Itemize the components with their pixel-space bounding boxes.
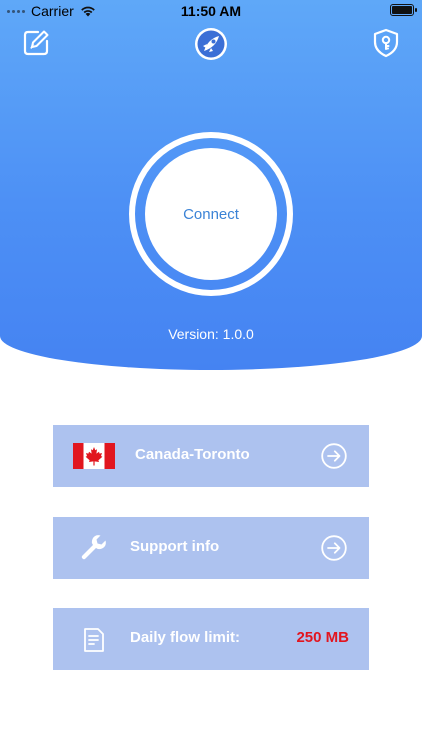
daily-flow-limit-row: Daily flow limit: 250 MB bbox=[53, 608, 369, 670]
arrow-right-circle-icon bbox=[321, 535, 347, 561]
flow-limit-value: 250 MB bbox=[296, 629, 349, 646]
edit-button[interactable] bbox=[20, 27, 52, 59]
privacy-button[interactable] bbox=[370, 27, 402, 59]
rocket-logo-icon bbox=[195, 28, 227, 60]
battery-icon bbox=[390, 4, 417, 16]
status-bar: Carrier 11:50 AM bbox=[0, 0, 422, 22]
connect-ring: Connect bbox=[129, 132, 293, 296]
arrow-right-circle-icon bbox=[321, 443, 347, 469]
connect-button[interactable]: Connect bbox=[145, 148, 277, 280]
status-time: 11:50 AM bbox=[180, 3, 242, 19]
server-selector-row[interactable]: Canada-Toronto bbox=[53, 425, 369, 487]
document-icon bbox=[84, 628, 104, 652]
canada-flag-icon bbox=[73, 443, 115, 469]
edit-icon bbox=[23, 30, 49, 56]
support-info-row[interactable]: Support info bbox=[53, 517, 369, 579]
version-label: Version: 1.0.0 bbox=[168, 326, 254, 342]
wrench-icon bbox=[81, 535, 106, 560]
flow-limit-label: Daily flow limit: bbox=[130, 629, 241, 646]
support-label: Support info bbox=[130, 538, 220, 555]
shield-lock-icon bbox=[373, 28, 399, 58]
server-label: Canada-Toronto bbox=[135, 446, 250, 463]
app-logo bbox=[194, 27, 228, 61]
